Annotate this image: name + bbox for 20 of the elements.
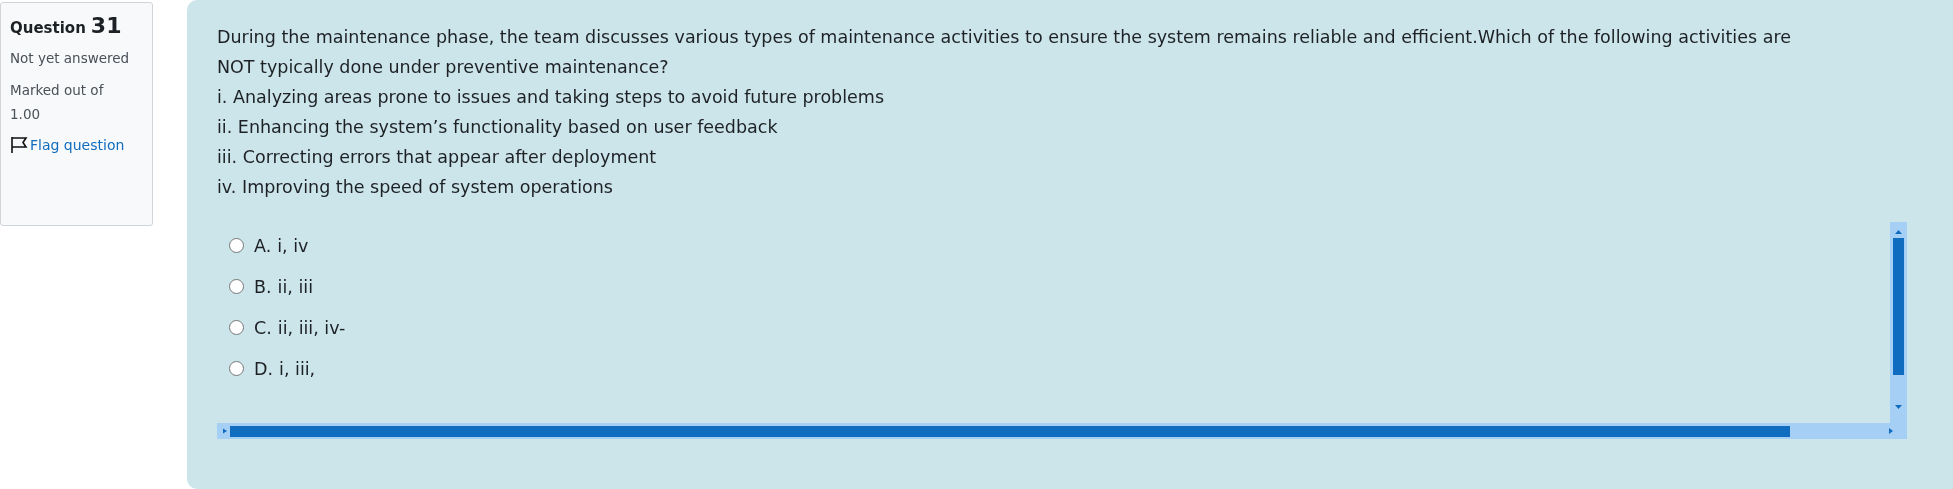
question-status: Not yet answered <box>10 49 130 68</box>
question-marks: Marked out of 1.00 <box>10 81 105 124</box>
horizontal-scrollbar[interactable] <box>217 423 1907 439</box>
flag-icon <box>10 136 28 154</box>
radio-button[interactable] <box>229 279 244 294</box>
flag-question-link[interactable]: Flag question <box>10 136 152 154</box>
question-statement: i. Analyzing areas prone to issues and taking steps to avoid future problems <box>217 86 885 109</box>
radio-button[interactable] <box>229 320 244 335</box>
question-statement: ii. Enhancing the system’s functionality based on user feedback <box>217 116 779 139</box>
radio-button[interactable] <box>229 238 244 253</box>
radio-button[interactable] <box>229 361 244 376</box>
question-statement: iv. Improving the speed of system operations <box>217 176 614 199</box>
answer-option[interactable]: C. ii, iii, iv- <box>229 317 1917 340</box>
answer-option[interactable]: D. i, iii, <box>229 358 1917 381</box>
answer-option[interactable]: A. i, iv <box>229 235 1917 258</box>
answer-option[interactable]: B. ii, iii <box>229 276 1917 299</box>
question-statement: iii. Correcting errors that appear after deployment <box>217 146 658 169</box>
question-number: Question 31 <box>10 13 123 38</box>
vertical-scrollbar[interactable] <box>1890 222 1907 423</box>
question-text: During the maintenance phase, the team discusses various types of maintenance activities to ensure the system remains reliable and efficient.Which of the following activities are NOT typically done under preventive maintenance? <box>217 26 1792 79</box>
